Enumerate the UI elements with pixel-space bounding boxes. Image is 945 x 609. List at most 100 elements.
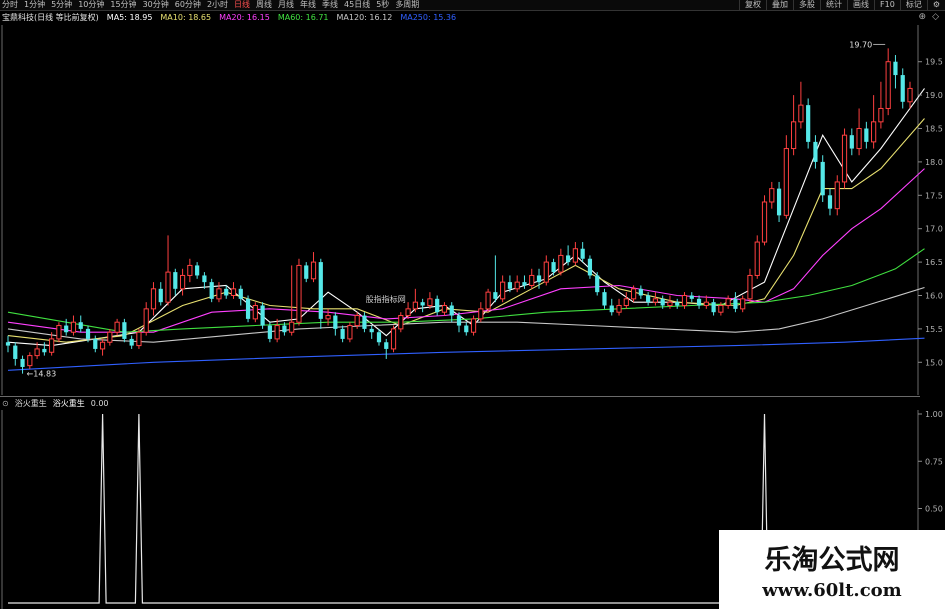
candle-body — [390, 328, 397, 350]
candle-body — [435, 298, 440, 313]
candle-body — [500, 281, 506, 300]
toolbar-button[interactable]: 统计 — [820, 0, 847, 10]
candle-body — [354, 315, 360, 327]
candle-body — [543, 261, 549, 283]
candle-body — [310, 261, 317, 280]
candle-body — [507, 282, 513, 289]
period-tab[interactable]: 年线 — [300, 0, 316, 10]
candle-body — [747, 274, 753, 300]
candle-body — [195, 265, 200, 276]
candle-body — [791, 121, 797, 150]
window-controls: ⊕ ◇ — [919, 12, 939, 22]
ma-legend-item: MA60: 16.71 — [277, 13, 329, 22]
candle-body — [49, 338, 55, 353]
candle-body — [456, 315, 462, 326]
candle-body — [587, 258, 593, 276]
period-tab[interactable]: 10分钟 — [78, 0, 104, 10]
candle-body — [34, 348, 40, 357]
candle-body — [711, 302, 716, 313]
period-tab[interactable]: 2小时 — [207, 0, 228, 10]
watermark-url: www.60lt.com — [762, 580, 902, 601]
period-tab[interactable]: 30分钟 — [143, 0, 169, 10]
candle-body — [464, 325, 469, 333]
candle-body — [245, 298, 251, 319]
candle-body — [696, 298, 702, 306]
candle-body — [566, 255, 571, 263]
candle-body — [834, 181, 840, 210]
candle-body — [849, 135, 854, 149]
candle-body — [536, 275, 542, 283]
ma-line-ma5 — [7, 88, 925, 347]
candle-body — [158, 288, 163, 303]
candle-body — [820, 161, 825, 196]
toolbar-button[interactable]: 叠加 — [766, 0, 793, 10]
candle-body — [493, 292, 498, 299]
candle-body — [900, 75, 905, 102]
candle-body — [572, 248, 578, 263]
candle-body — [325, 315, 331, 320]
toolbar-button[interactable]: F10 — [874, 0, 900, 10]
period-tab[interactable]: 60分钟 — [175, 0, 201, 10]
candle-body — [856, 128, 862, 150]
candle-body — [514, 281, 520, 290]
candle-body — [209, 282, 214, 299]
candle-body — [56, 325, 62, 340]
candle-body — [609, 305, 614, 313]
candle-body — [122, 322, 127, 339]
candle-body — [369, 328, 374, 333]
candle-body — [551, 262, 556, 273]
candle-body — [143, 308, 149, 333]
period-tab[interactable]: 1分钟 — [24, 0, 45, 10]
period-tab[interactable]: 5秒 — [376, 0, 389, 10]
period-tab[interactable]: 月线 — [278, 0, 294, 10]
candle-body — [827, 195, 833, 209]
candle-body — [864, 128, 869, 142]
candle-body — [806, 105, 811, 142]
candle-body — [347, 325, 353, 340]
indicator-icon[interactable]: ⊙ — [2, 399, 9, 409]
period-tab[interactable]: 分时 — [2, 0, 18, 10]
candle-body — [652, 298, 659, 303]
candle-body — [85, 328, 91, 339]
period-tab[interactable]: 季线 — [322, 0, 338, 10]
candle-body — [725, 298, 731, 307]
toolbar-button[interactable]: 标记 — [899, 0, 927, 10]
toolbar-button[interactable]: 复权 — [739, 0, 766, 10]
candle-body — [224, 288, 229, 296]
period-tab[interactable]: 周线 — [256, 0, 272, 10]
ma-legend-item: MA5: 18.95 — [106, 13, 153, 22]
candle-body — [630, 288, 637, 300]
period-tab[interactable]: 日线 — [234, 0, 250, 10]
candle-body — [675, 302, 680, 306]
price-tick-label: 16.0 — [925, 291, 943, 300]
candle-body — [798, 104, 804, 123]
toolbar-button[interactable]: ⚙ — [926, 0, 945, 10]
toolbar-button[interactable]: 多股 — [793, 0, 820, 10]
period-tab[interactable]: 15分钟 — [110, 0, 136, 10]
ma-legend-item: MA250: 15.36 — [400, 13, 457, 22]
candle-body — [5, 342, 11, 346]
indicator-name: 浴火重生 — [14, 399, 47, 408]
candle-body — [616, 305, 622, 313]
diamond-icon[interactable]: ◇ — [932, 12, 939, 22]
toolbar-button[interactable]: 画线 — [847, 0, 874, 10]
candle-body — [252, 305, 258, 320]
price-tick-label: 17.0 — [925, 225, 943, 234]
period-tab[interactable]: 5分钟 — [51, 0, 72, 10]
candle-body — [441, 305, 448, 313]
annotation-label: 股指指标网 — [366, 294, 406, 304]
indicator-tick-label: 0.75 — [925, 457, 943, 466]
candle-body — [27, 355, 33, 367]
period-tab[interactable]: 多周期 — [395, 0, 419, 10]
indicator-series-label: 浴火重生 — [52, 399, 85, 408]
candle-body — [580, 248, 585, 259]
candle-body — [783, 148, 789, 216]
annotation-low: ←14.83 — [27, 370, 57, 379]
pin-icon[interactable]: ⊕ — [919, 12, 927, 22]
period-tab[interactable]: 45日线 — [344, 0, 370, 10]
candle-body — [733, 298, 738, 309]
toolbar-buttons: 复权 叠加 多股 统计 画线 F10 标记 ⚙ — [739, 0, 945, 10]
candle-body — [602, 292, 607, 306]
candle-body — [813, 141, 818, 162]
candle-body — [412, 301, 418, 310]
